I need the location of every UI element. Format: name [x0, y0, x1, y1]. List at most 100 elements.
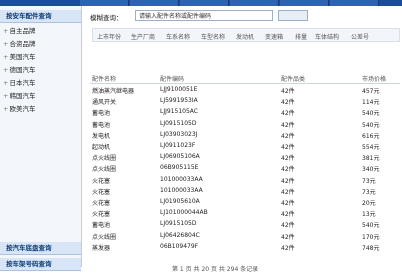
- sidebar-item-joint-venture[interactable]: +合资品牌: [0, 38, 81, 51]
- cell-name[interactable]: 发电机: [92, 131, 110, 140]
- filter-displacement[interactable]: 排量: [295, 32, 307, 41]
- cell-code: 101000033AA: [160, 175, 203, 183]
- search-row: 模糊查询： 请输入配件名称或配件编码: [82, 6, 402, 26]
- sidebar-item-label: 合资品牌: [9, 40, 36, 48]
- cell-name[interactable]: 蒸发器: [92, 243, 110, 252]
- cell-name[interactable]: 蓄电池: [92, 108, 110, 117]
- cell-name[interactable]: 蓄电池: [92, 120, 110, 129]
- table-row[interactable]: 蓄电池 LJ0915105D 42件 540元: [90, 219, 400, 229]
- table-row[interactable]: 起动机 LJ0911023F 42件 554元: [90, 141, 400, 151]
- cell-name[interactable]: 火花塞: [92, 198, 110, 207]
- cell-name[interactable]: 点火线圈: [92, 153, 116, 162]
- filter-launch-year[interactable]: 上市年份: [97, 32, 121, 41]
- table-row[interactable]: 火花塞 101000033AA 42件 73元: [90, 186, 400, 196]
- sidebar-item-euro-american[interactable]: +欧美汽车: [0, 103, 81, 116]
- filter-tolerance[interactable]: 公差号: [351, 32, 369, 41]
- cell-name[interactable]: 蓄电池: [92, 220, 110, 229]
- pagination[interactable]: 第 1 页 共 20 页 共 294 条记录: [172, 264, 258, 273]
- search-label: 模糊查询：: [90, 14, 123, 22]
- cell-price: 114元: [362, 99, 380, 107]
- cell-name[interactable]: 点火线圈: [92, 164, 116, 173]
- sidebar-header-chassis[interactable]: 按汽车底盘查询: [0, 242, 81, 255]
- sidebar-header-vin[interactable]: 按车架号码查询: [0, 258, 81, 271]
- cell-name[interactable]: 燃油蒸汽继电器: [92, 86, 134, 95]
- table-row[interactable]: 蓄电池 LJJ915105AC 42件 540元: [90, 107, 400, 117]
- cell-code: LJ0911023F: [160, 142, 196, 149]
- filter-body[interactable]: 车体结构: [315, 32, 339, 41]
- col-header-code: 配件编码: [160, 76, 185, 83]
- cell-code: LJ06905106A: [160, 153, 200, 161]
- table-row[interactable]: 点火线圈 LJ06905106A 42件 381元: [90, 152, 400, 162]
- cell-price: 540元: [362, 110, 380, 118]
- cell-category: 42件: [281, 144, 295, 151]
- table-row[interactable]: 点火线圈 LJ06426804C 42件 170元: [90, 231, 400, 241]
- sidebar-item-domestic[interactable]: +自主品牌: [0, 25, 81, 38]
- cell-price: 457元: [362, 88, 380, 95]
- cell-code: 06B109479F: [160, 242, 199, 250]
- table-row[interactable]: 蒸发器 06B109479F 42件 748元: [90, 242, 400, 252]
- expand-icon[interactable]: +: [3, 105, 8, 113]
- expand-icon[interactable]: +: [3, 79, 8, 87]
- table-row[interactable]: 火花塞 101000033AA 42件 73元: [90, 175, 400, 185]
- sidebar-item-japanese[interactable]: +日本汽车: [0, 77, 81, 90]
- expand-icon[interactable]: +: [3, 53, 8, 61]
- table-row[interactable]: 蓄电池 LJ0915105D 42件 540元: [90, 119, 400, 129]
- col-header-name: 配件名称: [92, 76, 117, 83]
- cell-category: 42件: [281, 233, 295, 241]
- main-content: 模糊查询： 请输入配件名称或配件编码 上市年份 生产厂商 车系名称 车型名称 发…: [82, 6, 402, 273]
- cell-price: 13元: [362, 211, 376, 219]
- table-row[interactable]: 通风开关 LJ5991953IA 42件 114元: [90, 96, 400, 106]
- sidebar-item-label: 德国汽车: [9, 66, 36, 74]
- cell-code: 06B905115E: [160, 164, 199, 172]
- sidebar-item-korean[interactable]: +韩国汽车: [0, 90, 81, 103]
- cell-price: 340元: [362, 166, 380, 174]
- filter-gearbox[interactable]: 变速箱: [265, 32, 283, 41]
- cell-name[interactable]: 点火线圈: [92, 232, 116, 241]
- sidebar-item-german[interactable]: +德国汽车: [0, 64, 81, 77]
- sidebar-header-car-parts[interactable]: 按安车配件查询: [0, 10, 81, 23]
- sidebar-item-american[interactable]: +美国汽车: [0, 51, 81, 64]
- cell-category: 42件: [281, 88, 295, 95]
- expand-icon[interactable]: +: [3, 27, 8, 35]
- sidebar: 按安车配件查询 +自主品牌 +合资品牌 +美国汽车 +德国汽车 +日本汽车 +韩…: [0, 6, 82, 271]
- cell-category: 42件: [281, 211, 295, 219]
- sidebar-item-label: 日本汽车: [9, 79, 36, 87]
- cell-code: LJ03903023J: [160, 130, 198, 138]
- expand-icon[interactable]: +: [3, 92, 8, 100]
- cell-price: 616元: [362, 132, 380, 140]
- col-header-category: 配件品类: [281, 76, 306, 83]
- filter-model[interactable]: 车型名称: [201, 32, 225, 41]
- table-row[interactable]: 燃油蒸汽继电器 LJJ9100051E 42件 457元: [90, 85, 400, 95]
- cell-name[interactable]: 通风开关: [92, 97, 116, 106]
- cell-name[interactable]: 火花塞: [92, 187, 110, 196]
- cell-name[interactable]: 火花塞: [92, 209, 110, 218]
- cell-price: 748元: [362, 244, 380, 252]
- expand-icon[interactable]: +: [3, 40, 8, 48]
- filter-series[interactable]: 车系名称: [166, 32, 190, 41]
- cell-code: LJ0915105D: [160, 119, 197, 127]
- cell-name[interactable]: 起动机: [92, 142, 110, 151]
- table-row[interactable]: 火花塞 LJ101000044AB 42件 13元: [90, 208, 400, 218]
- expand-icon[interactable]: +: [3, 66, 8, 74]
- filter-manufacturer[interactable]: 生产厂商: [131, 32, 155, 41]
- sidebar-item-label: 自主品牌: [9, 27, 36, 35]
- cell-price: 170元: [362, 233, 380, 241]
- cell-price: 540元: [362, 121, 380, 129]
- sidebar-item-label: 欧美汽车: [9, 105, 36, 113]
- table-row[interactable]: 发电机 LJ03903023J 42件 616元: [90, 130, 400, 140]
- search-input[interactable]: 请输入配件名称或配件编码: [135, 10, 273, 21]
- filter-engine[interactable]: 发动机: [236, 32, 254, 41]
- cell-category: 42件: [281, 166, 295, 174]
- filter-header-row: 上市年份 生产厂商 车系名称 车型名称 发动机 变速箱 排量 车体结构 公差号: [92, 28, 400, 42]
- cell-price: 73元: [362, 188, 376, 196]
- results-table-header: 配件名称 配件编码 配件品类 市场价格: [90, 72, 400, 84]
- cell-code: 101000033AA: [160, 186, 203, 194]
- cell-name[interactable]: 火花塞: [92, 176, 110, 185]
- search-button[interactable]: [278, 10, 308, 21]
- sidebar-item-label: 韩国汽车: [9, 92, 36, 100]
- cell-category: 42件: [281, 200, 295, 207]
- table-row[interactable]: 火花塞 LJ01905610A 42件 20元: [90, 197, 400, 207]
- cell-price: 20元: [362, 200, 376, 207]
- cell-category: 42件: [281, 110, 295, 118]
- table-row[interactable]: 点火线圈 06B905115E 42件 340元: [90, 163, 400, 173]
